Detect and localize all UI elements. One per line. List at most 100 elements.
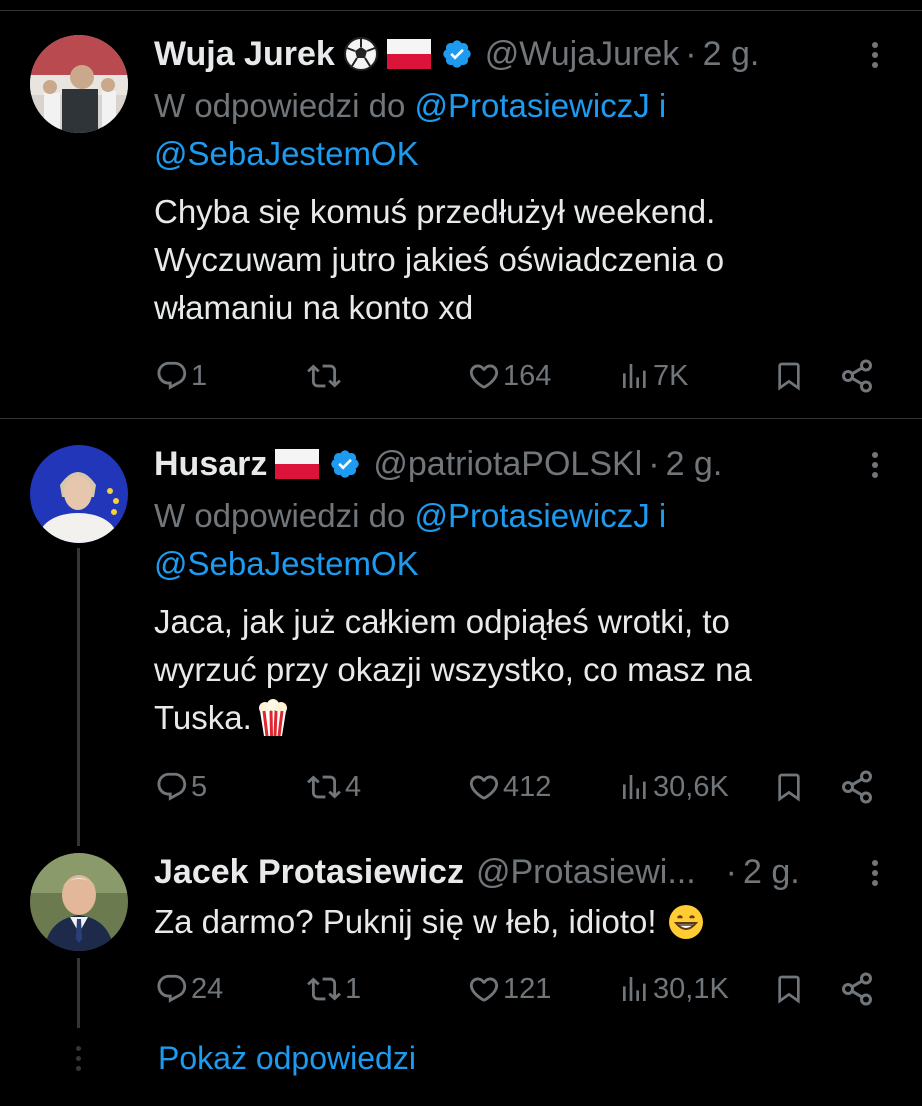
like-count: 412 — [503, 770, 552, 803]
like-button[interactable]: 412 — [467, 767, 551, 807]
views-icon — [623, 364, 646, 388]
avatar-jacek-protasiewicz[interactable] — [30, 853, 128, 951]
reply-count: 24 — [191, 972, 224, 1005]
like-button[interactable]: 121 — [467, 969, 551, 1009]
separator: · — [648, 444, 660, 483]
timestamp[interactable]: 2 g. — [743, 853, 800, 892]
reply-context: W odpowiedzi do @ProtasiewiczJ i @SebaJe… — [154, 492, 666, 588]
grinning-face-emoji — [667, 903, 705, 941]
show-replies-link[interactable]: Pokaż odpowiedzi — [158, 1040, 416, 1077]
handle[interactable]: @patriotaPOLSKl — [373, 445, 642, 484]
heart-icon — [469, 977, 499, 1002]
share-icon — [842, 770, 872, 804]
tweet-text-line: Za darmo? Puknij się w łeb, idioto! — [154, 903, 657, 940]
retweet-icon — [307, 364, 341, 388]
bookmark-icon — [778, 975, 800, 1004]
avatar-wuja-jurek[interactable] — [30, 35, 128, 133]
mention-conjunction: i — [658, 87, 667, 124]
bookmark-icon — [778, 773, 800, 802]
mention-link[interactable]: @SebaJestemOK — [154, 135, 419, 172]
like-count: 164 — [503, 359, 552, 392]
tweet-text-line: Chyba się komuś przedłużył weekend. — [154, 193, 716, 230]
reply-count: 1 — [191, 359, 208, 392]
separator: · — [725, 852, 737, 891]
like-count: 121 — [503, 972, 552, 1005]
poland-flag-emoji — [275, 449, 320, 479]
handle[interactable]: @WujaJurek — [485, 35, 680, 74]
reply-icon — [157, 361, 187, 390]
popcorn-emoji — [256, 699, 290, 737]
timestamp[interactable]: 2 g. — [666, 445, 723, 484]
tweet-actions: 24 1 121 30,1K — [155, 969, 882, 1009]
more-icon[interactable] — [870, 38, 880, 72]
separator: · — [685, 34, 697, 73]
tweet-text: Chyba się komuś przedłużył weekend. Wycz… — [154, 188, 854, 332]
retweet-button[interactable]: 4 — [305, 767, 361, 807]
bookmark-button[interactable] — [773, 356, 805, 396]
mention-link[interactable]: @ProtasiewiczJ — [414, 497, 649, 534]
display-name[interactable]: Husarz — [154, 445, 267, 484]
heart-icon — [469, 775, 499, 800]
handle[interactable]: @Protasiewi... — [476, 853, 696, 892]
views-icon — [623, 977, 646, 1001]
bookmark-button[interactable] — [773, 767, 805, 807]
thread-line — [77, 958, 80, 1028]
tweet-header: Jacek Protasiewicz @Protasiewi... · 2 g. — [154, 850, 800, 894]
retweet-count: 1 — [345, 972, 362, 1005]
reply-icon — [157, 772, 187, 801]
display-name[interactable]: Jacek Protasiewicz — [154, 853, 464, 892]
avatar-husarz[interactable] — [30, 445, 128, 543]
tweet-text-line: włamaniu na konto xd — [154, 289, 474, 326]
heart-icon — [469, 364, 499, 389]
reply-count: 5 — [191, 770, 208, 803]
thread-dots — [76, 1046, 81, 1076]
mention-conjunction: i — [658, 497, 667, 534]
mention-link[interactable]: @ProtasiewiczJ — [414, 87, 649, 124]
retweet-button[interactable] — [305, 356, 345, 396]
retweet-button[interactable]: 1 — [305, 969, 361, 1009]
reply-icon — [157, 974, 187, 1003]
more-icon[interactable] — [870, 448, 880, 482]
views-button[interactable]: 7K — [619, 356, 688, 396]
share-icon — [842, 359, 872, 393]
tweet-text-line: wyrzuć przy okazji wszystko, co masz na — [154, 651, 752, 688]
soccer-ball-emoji — [343, 36, 379, 72]
top-divider — [0, 10, 922, 11]
timestamp[interactable]: 2 g. — [703, 35, 760, 74]
tweet-divider — [0, 418, 922, 419]
verified-badge-icon — [329, 448, 361, 480]
views-button[interactable]: 30,1K — [619, 969, 729, 1009]
thread-line — [77, 548, 80, 846]
share-button[interactable] — [839, 767, 875, 807]
tweet-header: Wuja Jurek @WujaJurek · 2 g. — [154, 32, 759, 76]
views-icon — [623, 775, 646, 799]
retweet-count: 4 — [345, 770, 362, 803]
tweet-text-line: Wyczuwam jutro jakieś oświadczenia o — [154, 241, 725, 278]
reply-button[interactable]: 1 — [155, 356, 207, 396]
share-icon — [842, 972, 872, 1006]
reply-button[interactable]: 24 — [155, 969, 223, 1009]
share-button[interactable] — [839, 969, 875, 1009]
tweet-actions: 5 4 412 30,6K — [155, 767, 882, 807]
views-count: 30,1K — [653, 972, 729, 1005]
reply-context: W odpowiedzi do @ProtasiewiczJ i @SebaJe… — [154, 82, 666, 178]
like-button[interactable]: 164 — [467, 356, 551, 396]
poland-flag-emoji — [386, 39, 431, 69]
reply-prefix: W odpowiedzi do — [154, 497, 406, 534]
bookmark-icon — [778, 362, 800, 391]
tweet-actions: 1 164 7K — [155, 356, 882, 396]
bookmark-button[interactable] — [773, 969, 805, 1009]
reply-button[interactable]: 5 — [155, 767, 207, 807]
views-count: 7K — [653, 359, 689, 392]
tweet-header: Husarz @patriotaPOLSKl · 2 g. — [154, 442, 722, 486]
more-icon[interactable] — [870, 856, 880, 890]
tweet-text-line: Tuska. — [154, 699, 252, 736]
retweet-icon — [307, 775, 341, 799]
reply-prefix: W odpowiedzi do — [154, 87, 406, 124]
display-name[interactable]: Wuja Jurek — [154, 35, 335, 74]
tweet-text: Za darmo? Puknij się w łeb, idioto! — [154, 898, 854, 946]
share-button[interactable] — [839, 356, 875, 396]
views-button[interactable]: 30,6K — [619, 767, 729, 807]
verified-badge-icon — [441, 38, 473, 70]
mention-link[interactable]: @SebaJestemOK — [154, 545, 419, 582]
